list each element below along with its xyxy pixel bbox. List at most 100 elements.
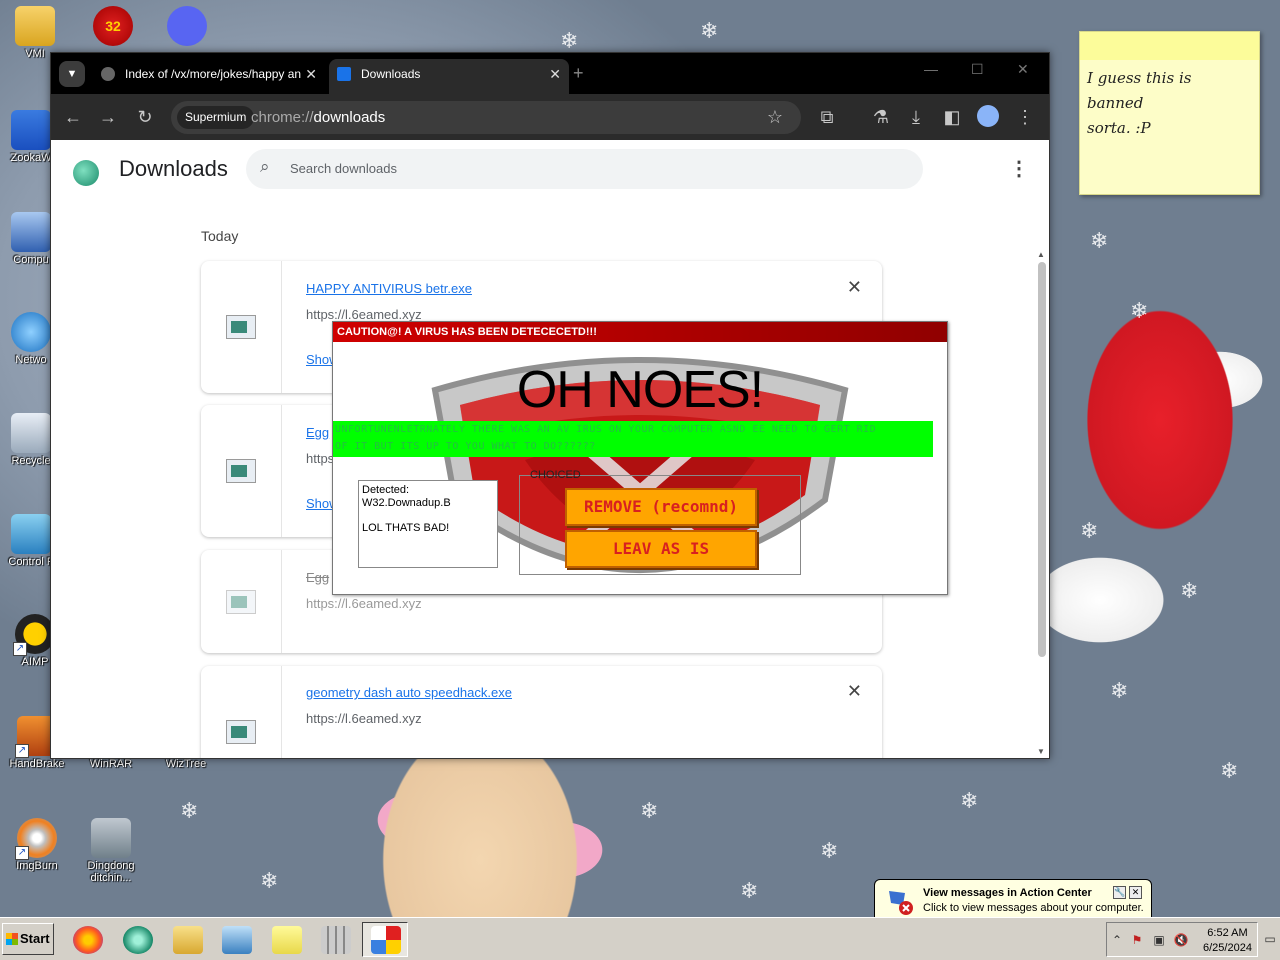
action-center-flag-icon[interactable]: ⚑ [1129, 932, 1145, 948]
taskbar-firefox[interactable] [64, 922, 110, 957]
toolbar: ← → ↻ Supermium chrome://downloads ☆ ⧉ ⚗… [51, 94, 1049, 140]
sticky-note-text[interactable]: I guess this is banned sorta. :P [1080, 60, 1259, 147]
remove-virus-button[interactable]: REMOVE (recomnd) [565, 488, 757, 526]
popup-heading: OH NOES! [516, 361, 764, 419]
scrollbar-thumb[interactable] [1038, 262, 1046, 657]
new-tab-button[interactable]: + [573, 61, 584, 85]
app-window-icon [371, 926, 401, 954]
download-filename-link[interactable]: geometry dash auto speedhack.exe [306, 685, 512, 700]
taskbar: Start ⌃ ⚑ ▣ 🔇 6:52 AM 6/25/2024 ▭ [0, 917, 1280, 960]
popup-message: UNFORTUNENLETRNATELY THERE WAS AN AV IRU… [333, 421, 933, 457]
download-icon [337, 67, 351, 81]
side-panel-icon[interactable]: ◧ [940, 106, 964, 128]
downloads-icon[interactable]: ⤓ [904, 106, 928, 128]
desktop-icon-discord[interactable] [152, 6, 222, 46]
sticky-note-header[interactable] [1080, 32, 1259, 60]
detected-name: W32.Downadup.B [362, 497, 451, 509]
taskbar-calculator[interactable] [312, 922, 358, 957]
search-placeholder: Search downloads [290, 161, 397, 176]
file-icon [226, 590, 256, 614]
menu-kebab-icon[interactable]: ⋮ [1013, 106, 1037, 128]
download-filename-link[interactable]: Egg [306, 425, 329, 440]
taskbar-virus-app[interactable] [362, 922, 408, 957]
show-desktop-icon[interactable]: ▭ [1262, 931, 1278, 947]
minimize-button[interactable]: — [924, 61, 938, 77]
popup-title: CAUTION@! A VIRUS HAS BEEN DETECECETD!!! [333, 322, 947, 342]
zookaware-icon [11, 110, 51, 150]
balloon-text: Click to view messages about your comput… [923, 902, 1144, 914]
choice-legend: CHOICED [530, 469, 581, 481]
message-line-1: UNFORTUNENLETRNATELY THERE WAS AN AV IRU… [335, 424, 877, 435]
desktop-icon-imgburn[interactable]: ↗ ImgBurn [2, 818, 72, 872]
tray-expand-chevron-icon[interactable]: ⌃ [1109, 932, 1125, 948]
volume-muted-icon[interactable]: 🔇 [1173, 932, 1189, 948]
sticky-note[interactable]: I guess this is banned sorta. :P [1079, 31, 1260, 195]
download-source-url[interactable]: https://l.6eamed.xyz [306, 711, 422, 726]
reload-icon[interactable]: ↻ [133, 106, 157, 128]
download-source-url[interactable]: https://l.6eamed.xyz [306, 307, 422, 322]
network-icon[interactable]: ▣ [1151, 932, 1167, 948]
search-downloads-field[interactable]: ⌕ Search downloads [246, 149, 923, 189]
balloon-options-icon[interactable]: 🔧 [1113, 886, 1126, 899]
virus-alert-popup: CAUTION@! A VIRUS HAS BEEN DETECECETD!!!… [332, 321, 948, 595]
url-path: downloads [313, 109, 386, 126]
forward-icon[interactable]: → [96, 106, 120, 128]
profile-avatar-icon[interactable] [977, 105, 999, 127]
sticky-notes-icon [272, 926, 302, 954]
labs-flask-icon[interactable]: ⚗ [869, 106, 893, 128]
vertical-scrollbar[interactable]: ▲ ▼ [1037, 250, 1047, 756]
downloads-header: Downloads ⌕ Search downloads ⋮ [51, 140, 1049, 198]
balloon-title: View messages in Action Center [923, 887, 1092, 899]
message-line-2: OF IT BUT ITS UP TO YOU WHAT TO DO?????? [335, 441, 596, 452]
control-panel-icon [222, 926, 252, 954]
download-item: geometry dash auto speedhack.exe https:/… [201, 666, 882, 758]
bookmark-star-icon[interactable]: ☆ [763, 106, 787, 128]
tab-title: Downloads [361, 67, 421, 81]
detection-info-box: Detected: W32.Downadup.B LOL THATS BAD! [358, 480, 498, 568]
more-actions-icon[interactable]: ⋮ [1009, 156, 1029, 181]
remove-download-icon[interactable]: ✕ [847, 277, 862, 298]
desktop-icon-32[interactable]: 32 [78, 6, 148, 46]
address-bar[interactable]: Supermium chrome://downloads ☆ [171, 101, 801, 134]
back-icon[interactable]: ← [61, 106, 85, 128]
globe-icon [101, 67, 115, 81]
tab-downloads[interactable]: Downloads ✕ [329, 59, 569, 94]
shortcut-arrow-icon: ↗ [15, 846, 29, 860]
maximize-button[interactable]: ☐ [971, 61, 984, 78]
profile-chip[interactable]: Supermium [177, 106, 255, 129]
download-filename-link[interactable]: HAPPY ANTIVIRUS betr.exe [306, 281, 472, 296]
scroll-down-arrow-icon[interactable]: ▼ [1037, 747, 1045, 756]
url-text[interactable]: chrome://downloads [251, 101, 385, 134]
red-virus-icon: 32 [93, 6, 133, 46]
download-source-url[interactable]: https://l.6eamed.xyz [306, 596, 422, 611]
discord-icon [167, 6, 207, 46]
extensions-icon[interactable]: ⧉ [815, 106, 839, 128]
shortcut-arrow-icon: ↗ [15, 744, 29, 758]
taskbar-sticky-notes[interactable] [263, 922, 309, 957]
close-button[interactable]: ✕ [1017, 61, 1029, 78]
taskbar-explorer[interactable] [164, 922, 210, 957]
leave-as-is-button[interactable]: LEAV AS IS [565, 530, 757, 568]
start-button[interactable]: Start [2, 923, 54, 955]
remove-download-icon[interactable]: ✕ [847, 681, 862, 702]
taskbar-control-panel[interactable] [213, 922, 259, 957]
clock-time: 6:52 AM [1207, 927, 1248, 939]
date-section-header: Today [201, 228, 239, 244]
tab-close-button[interactable]: ✕ [305, 59, 317, 89]
tab-close-button[interactable]: ✕ [549, 59, 561, 89]
tab-index-jokes[interactable]: Index of /vx/more/jokes/happy an ✕ [93, 59, 325, 94]
system-tray: ⌃ ⚑ ▣ 🔇 6:52 AM 6/25/2024 [1106, 922, 1258, 957]
recycle-bin-icon [11, 413, 51, 453]
scroll-up-arrow-icon[interactable]: ▲ [1037, 250, 1045, 259]
detected-label: Detected: [362, 484, 410, 496]
desktop-icon-dingdong[interactable]: Dingdong ditchin... [76, 818, 146, 884]
shortcut-arrow-icon: ↗ [13, 642, 27, 656]
file-exe-icon [226, 720, 256, 744]
taskbar-supermium[interactable] [114, 922, 160, 957]
supermium-logo-icon [73, 160, 99, 186]
windows-flag-icon [6, 933, 18, 945]
taskbar-clock[interactable]: 6:52 AM 6/25/2024 [1203, 926, 1252, 956]
tab-search-button[interactable]: ▼ [59, 61, 85, 87]
firefox-icon [73, 926, 103, 954]
balloon-close-icon[interactable]: ✕ [1129, 886, 1142, 899]
